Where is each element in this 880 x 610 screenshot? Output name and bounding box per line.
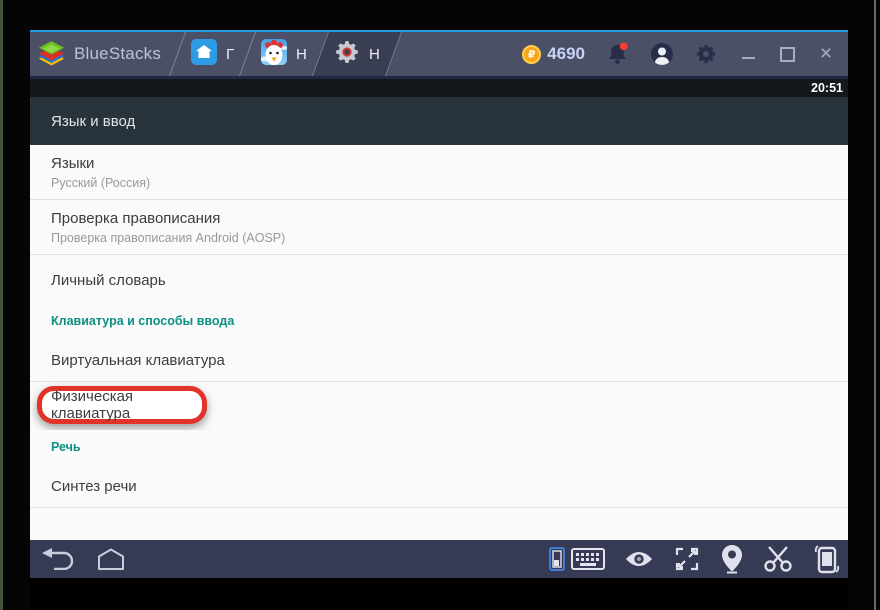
eye-visibility-button[interactable] <box>624 549 654 569</box>
brand-title: BlueStacks <box>74 44 162 63</box>
scissors-icon <box>764 546 792 572</box>
desktop-edge-line <box>874 0 876 610</box>
bluestacks-logo-icon <box>38 40 65 69</box>
keyboard-button[interactable] <box>571 547 605 571</box>
fullscreen-button[interactable] <box>673 545 701 573</box>
keyboard-toggle-button[interactable] <box>549 547 565 571</box>
section-title: Клавиатура и способы ввода <box>51 314 235 328</box>
section-header-keyboard: Клавиатура и способы ввода <box>30 305 848 340</box>
home-icon <box>191 39 218 69</box>
settings-list: Языки Русский (Россия) Проверка правопис… <box>30 145 848 540</box>
cut-region-button[interactable] <box>763 545 793 573</box>
notifications-bell-icon[interactable] <box>606 42 629 66</box>
clock: 20:51 <box>811 81 843 95</box>
desktop-edge-sliver <box>0 0 3 610</box>
maximize-button[interactable] <box>779 46 795 62</box>
close-icon: × <box>819 42 833 65</box>
item-title: Личный словарь <box>51 271 166 289</box>
item-title: Физическая клавиатура <box>51 388 134 422</box>
section-header-speech: Речь <box>30 430 848 465</box>
home-button[interactable] <box>94 548 128 570</box>
list-item-languages[interactable]: Языки Русский (Россия) <box>30 145 848 200</box>
tab-settings-label: Н <box>369 45 380 63</box>
keyboard-toggle-icon <box>549 547 565 571</box>
item-title: Проверка правописания <box>51 209 221 227</box>
back-button[interactable] <box>40 548 76 570</box>
rotate-device-icon <box>814 545 840 574</box>
close-button[interactable]: × <box>818 42 834 65</box>
list-item-physical-keyboard[interactable]: Физическая клавиатура <box>30 382 848 430</box>
coin-icon: ₽ <box>522 44 542 64</box>
bottom-toolbar <box>30 540 848 578</box>
tab-settings[interactable]: Н <box>312 32 402 76</box>
titlebar-right: ₽ 4690 × <box>522 42 834 66</box>
back-icon <box>42 548 74 570</box>
tab-home-label: Г <box>226 45 235 63</box>
location-button[interactable] <box>720 544 744 574</box>
item-title: Языки <box>51 154 95 172</box>
minimize-button[interactable] <box>740 46 756 62</box>
location-icon <box>722 545 742 574</box>
android-status-bar: 20:51 <box>30 79 848 97</box>
rotate-device-button[interactable] <box>812 544 842 574</box>
points-balance: 4690 <box>547 44 585 63</box>
list-item-spellcheck[interactable]: Проверка правописания Проверка правописа… <box>30 200 848 255</box>
item-subtitle: Русский (Россия) <box>51 175 151 190</box>
tab-strip: Г Н Н <box>169 32 402 76</box>
settings-icon[interactable] <box>695 43 717 65</box>
minimize-icon <box>741 57 755 59</box>
maximize-icon <box>779 46 795 62</box>
settings-gear-icon <box>334 39 360 69</box>
list-item-personal-dictionary[interactable]: Личный словарь <box>30 255 848 305</box>
keyboard-group <box>549 547 605 571</box>
app-header: Язык и ввод <box>30 97 848 145</box>
keyboard-icon <box>571 548 605 570</box>
profile-avatar-icon[interactable] <box>650 42 674 66</box>
item-title: Синтез речи <box>51 477 137 495</box>
item-subtitle: Проверка правописания Android (AOSP) <box>51 230 286 245</box>
section-title: Речь <box>51 440 81 454</box>
bluestacks-toolbar-icons <box>549 544 842 574</box>
eye-icon <box>625 551 653 567</box>
home-nav-icon <box>98 548 124 570</box>
tab-chicken-label: Н <box>296 45 308 63</box>
android-nav-buttons <box>40 548 128 570</box>
red-highlight-annotation: Физическая клавиатура <box>37 386 207 424</box>
list-item-text-to-speech[interactable]: Синтез речи <box>30 465 848 508</box>
window-footer-black <box>30 578 848 610</box>
item-title: Виртуальная клавиатура <box>51 352 225 369</box>
fullscreen-icon <box>675 547 699 571</box>
chicken-app-icon <box>260 39 289 69</box>
page-title: Язык и ввод <box>51 112 136 130</box>
list-item-virtual-keyboard[interactable]: Виртуальная клавиатура <box>30 340 848 382</box>
titlebar: BlueStacks Г Н Н ₽ 4690 × <box>30 32 848 76</box>
bluestacks-window: BlueStacks Г Н Н ₽ 4690 × 20:51 Язык и в… <box>30 30 848 610</box>
